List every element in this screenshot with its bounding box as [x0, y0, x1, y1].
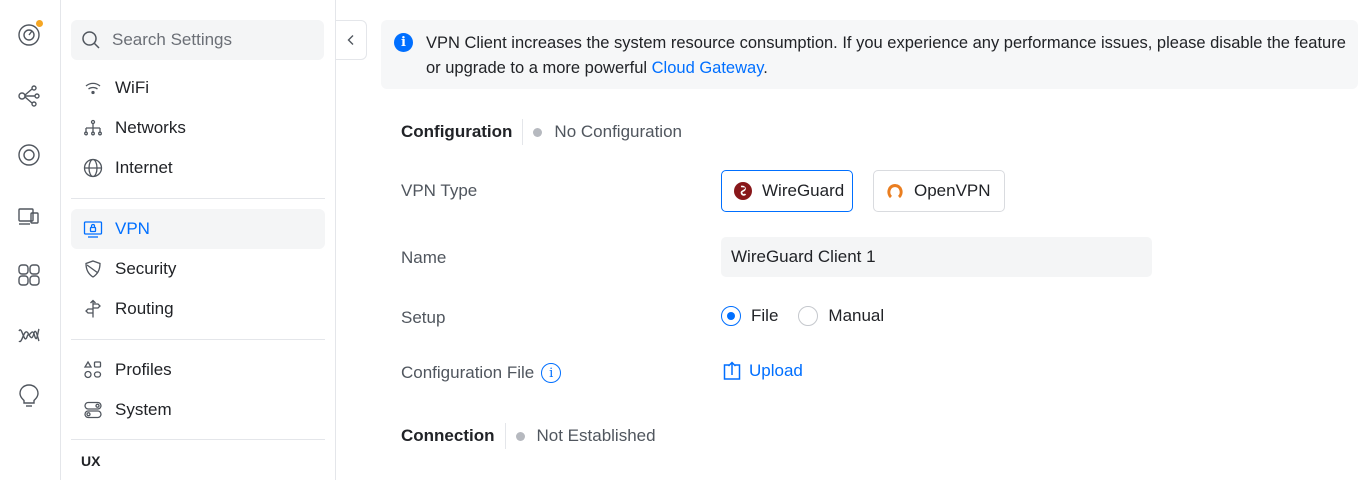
configuration-status-row: Configuration No Configuration [401, 119, 682, 145]
divider [504, 423, 506, 449]
radio-circle[interactable] [721, 306, 741, 326]
search-box[interactable] [71, 20, 324, 60]
name-label: Name [401, 248, 447, 267]
configuration-file-label: Configuration File [401, 363, 535, 382]
divider [71, 198, 325, 199]
search-input[interactable] [110, 29, 310, 51]
dashboard-icon[interactable] [16, 19, 44, 48]
vpn-type-label-wireguard: WireGuard [762, 181, 845, 200]
client-devices-icon[interactable] [16, 202, 42, 228]
vpn-type-label: VPN Type [401, 181, 478, 200]
shield-icon [83, 259, 103, 279]
vpn-type-label-openvpn: OpenVPN [914, 181, 991, 200]
sidebar-item-label: WiFi [115, 78, 149, 97]
cloud-gateway-link[interactable]: Cloud Gateway [652, 59, 764, 77]
ports-icon[interactable] [16, 262, 42, 288]
sidebar-item-label: Profiles [115, 360, 172, 379]
profiles-icon [83, 360, 103, 380]
chevron-left-icon [347, 35, 354, 45]
section-label-ux: UX [81, 453, 101, 469]
setup-radio-manual[interactable]: Manual [798, 306, 884, 326]
setup-radio-file[interactable]: File [721, 306, 778, 326]
sidebar-item-security[interactable]: Security [71, 249, 325, 289]
wireguard-option-button[interactable]: WireGuard [721, 170, 853, 212]
openvpn-option-button[interactable]: OpenVPN [873, 170, 1005, 212]
banner-line-2: or upgrade to a more powerful Cloud Gate… [426, 56, 1358, 81]
setup-radio-group: File Manual [721, 306, 904, 326]
sidebar-item-label: Internet [115, 158, 173, 177]
banner-line-2-prefix: or upgrade to a more powerful [426, 59, 652, 77]
configuration-heading: Configuration [401, 122, 513, 141]
info-icon: i [394, 33, 413, 52]
info-icon[interactable]: i [541, 363, 562, 383]
upload-icon [723, 361, 741, 380]
banner-line-2-suffix: . [763, 59, 768, 77]
radio-circle[interactable] [798, 306, 819, 326]
notification-badge [35, 19, 44, 28]
sidebar-item-label: System [115, 400, 172, 419]
divider [71, 339, 325, 340]
info-banner: i VPN Client increases the system resour… [381, 20, 1358, 89]
sidebar-item-system[interactable]: System [71, 390, 325, 430]
openvpn-logo-icon [886, 182, 904, 200]
banner-text: VPN Client increases the system resource… [426, 31, 1358, 81]
sidebar-item-internet[interactable]: Internet [71, 148, 325, 188]
topology-icon[interactable] [16, 82, 42, 108]
insights-icon[interactable] [16, 382, 42, 408]
configuration-status: No Configuration [554, 122, 682, 141]
configuration-file-label-row: Configuration File i [401, 363, 562, 383]
sidebar-item-vpn[interactable]: VPN [71, 209, 325, 249]
globe-icon [83, 158, 103, 178]
sidebar-item-label: VPN [115, 219, 150, 238]
sidebar-item-profiles[interactable]: Profiles [71, 350, 325, 390]
status-dot [515, 431, 525, 441]
wireguard-logo-icon [734, 182, 752, 200]
wifi-icon [83, 78, 103, 98]
app-nav-rail [0, 0, 61, 480]
sidebar-item-wifi[interactable]: WiFi [71, 68, 325, 108]
sidebar-item-label: Routing [115, 299, 174, 318]
settings-sidebar: WiFi Networks Internet VPN [61, 0, 336, 480]
radio-label-manual: Manual [828, 306, 885, 325]
divider [71, 439, 325, 440]
radio-label-file: File [751, 306, 779, 325]
upload-label: Upload [749, 361, 803, 380]
vpn-icon [83, 219, 103, 239]
sidebar-item-label: Security [115, 259, 177, 278]
divider [522, 119, 524, 145]
sidebar-item-label: Networks [115, 118, 186, 137]
sidebar-item-routing[interactable]: Routing [71, 289, 325, 329]
radio-manager-icon[interactable] [16, 322, 42, 348]
name-field[interactable] [721, 237, 1152, 277]
connection-status-row: Connection Not Established [401, 423, 656, 449]
upload-button[interactable]: Upload [722, 361, 803, 381]
connection-heading: Connection [401, 426, 495, 445]
search-icon [82, 31, 100, 49]
collapse-sidebar-button[interactable] [336, 20, 367, 60]
routing-icon [83, 299, 103, 319]
status-dot [533, 127, 543, 137]
networks-icon [83, 118, 103, 138]
system-icon [83, 400, 103, 420]
unifi-devices-icon[interactable] [16, 142, 42, 168]
sidebar-item-networks[interactable]: Networks [71, 108, 325, 148]
banner-line-1: VPN Client increases the system resource… [426, 34, 1346, 52]
connection-status: Not Established [536, 426, 656, 445]
setup-label: Setup [401, 308, 446, 327]
